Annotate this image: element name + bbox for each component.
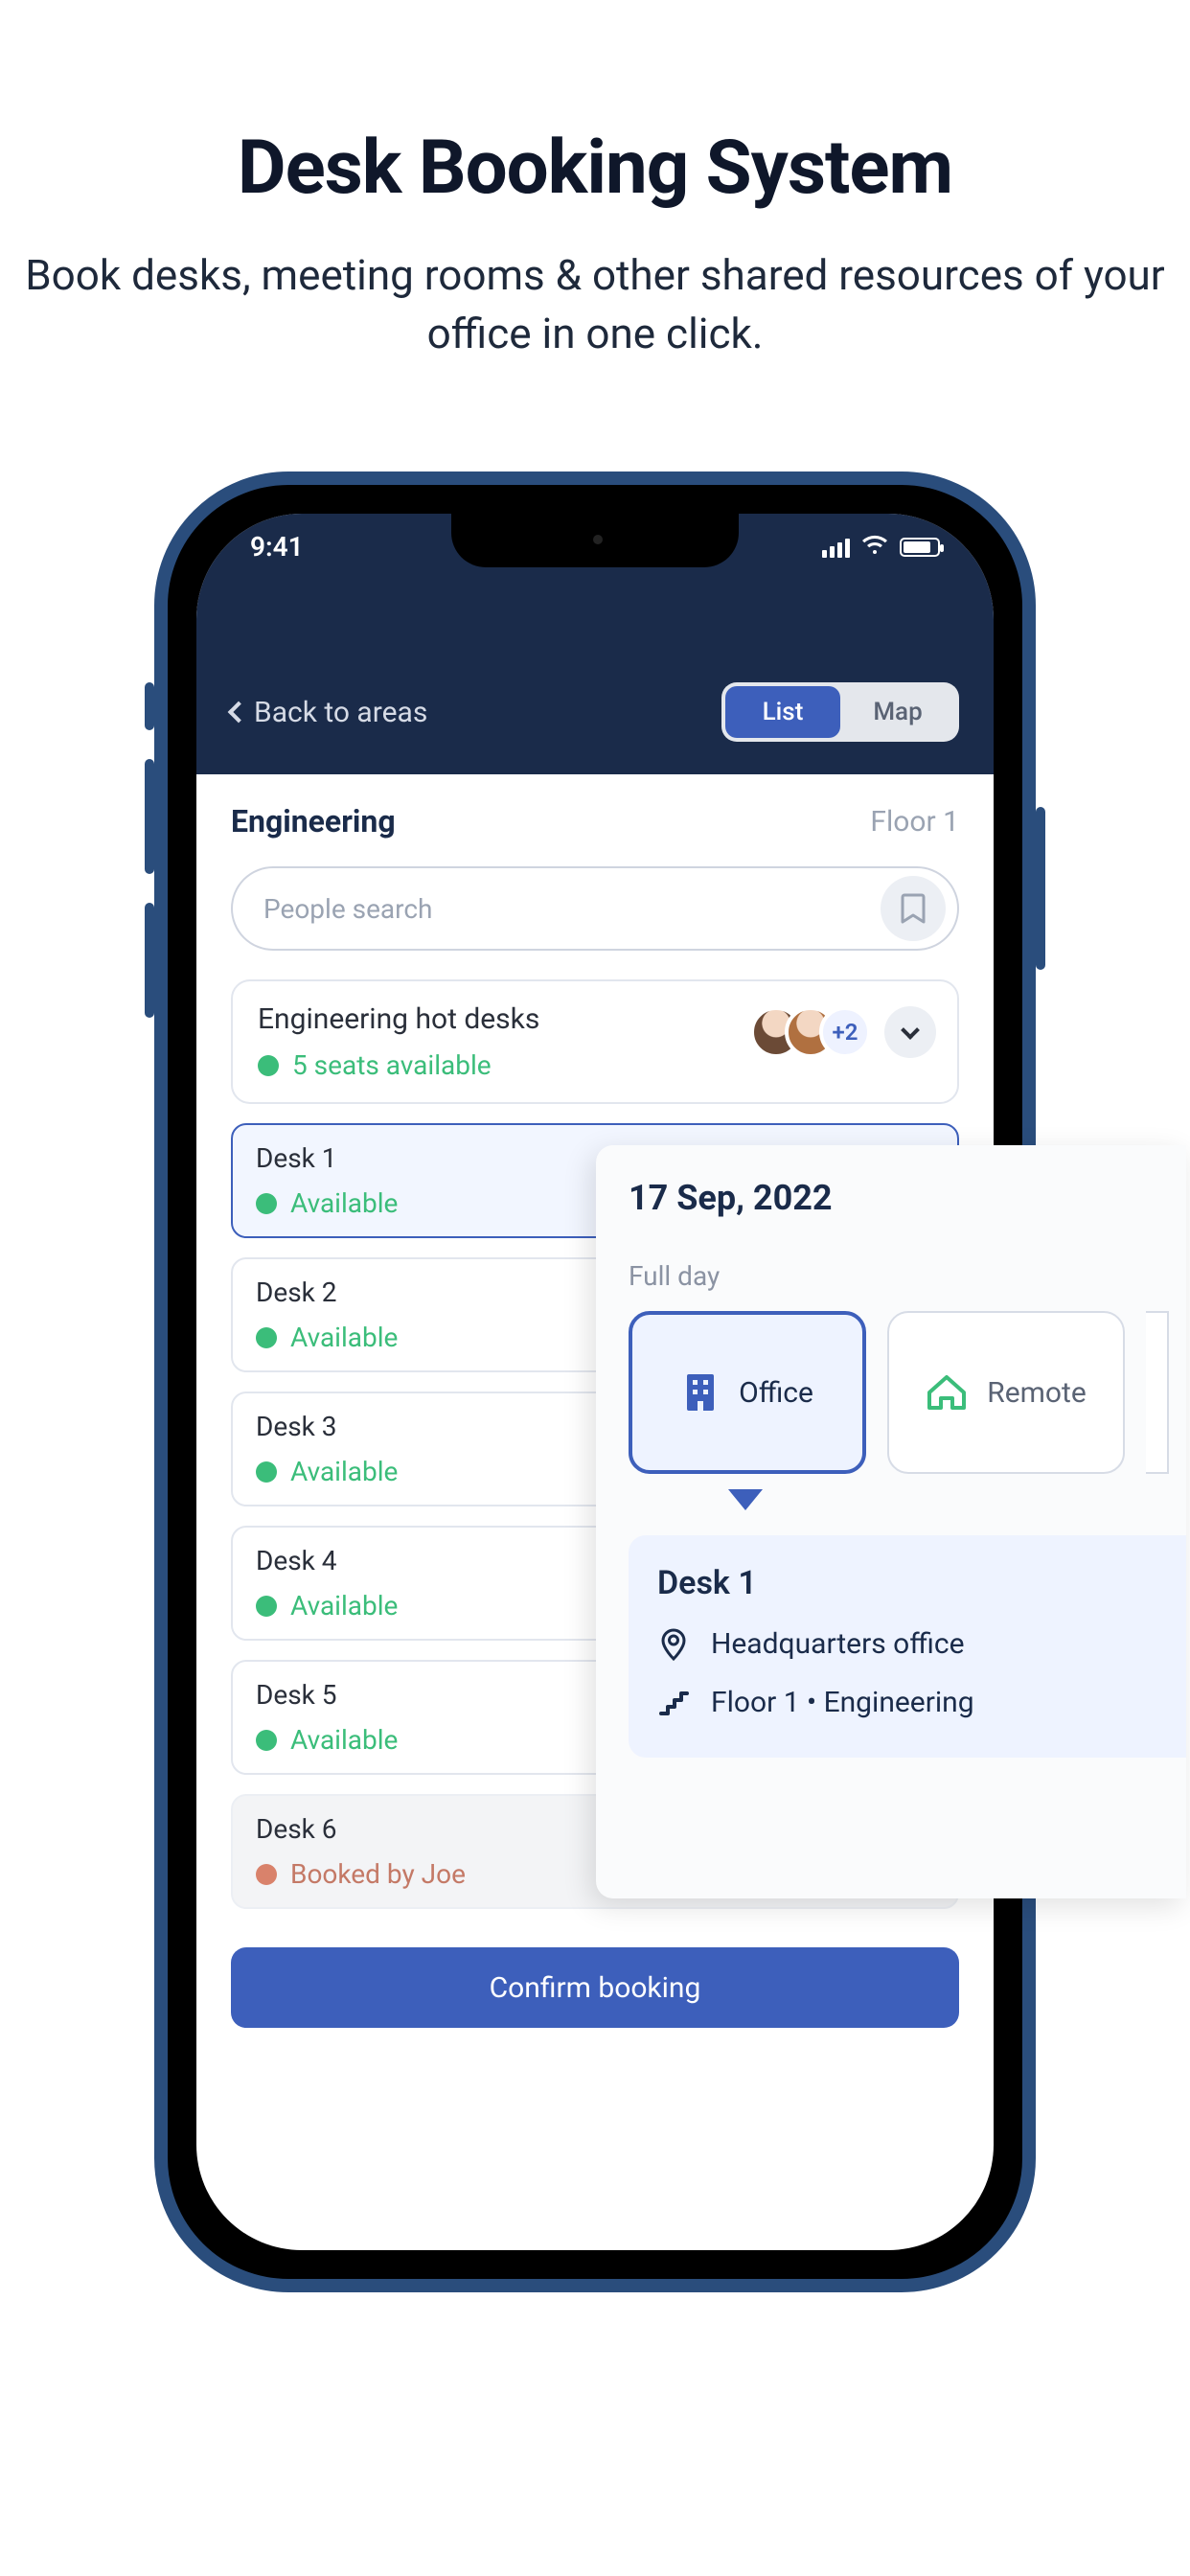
selected-desk-card: Desk 1 Headquarters office Floor 1 • Eng…	[629, 1535, 1186, 1758]
battery-icon	[900, 538, 940, 557]
phone-power-button	[1036, 807, 1045, 970]
chevron-down-icon	[901, 1021, 920, 1040]
selected-indicator-icon	[728, 1489, 763, 1510]
area-title: Engineering	[231, 803, 396, 840]
option-remote-label: Remote	[987, 1376, 1087, 1410]
pin-icon	[657, 1628, 690, 1661]
confirm-booking-button[interactable]: Confirm booking	[231, 1947, 959, 2028]
booking-popover: 17 Sep, 2022 Full day Office Remote Desk…	[596, 1145, 1186, 1898]
desk-status: Available	[290, 1322, 398, 1353]
status-dot-icon	[258, 1055, 279, 1076]
tab-list[interactable]: List	[725, 686, 840, 738]
hero-title: Desk Booking System	[0, 125, 1190, 212]
desk-status: Available	[290, 1590, 398, 1622]
selected-desk-office: Headquarters office	[711, 1627, 965, 1661]
status-dot-icon	[256, 1864, 277, 1885]
status-dot-icon	[256, 1327, 277, 1348]
floor-label: Floor 1	[870, 805, 959, 839]
back-label: Back to areas	[254, 696, 427, 729]
tab-map[interactable]: Map	[840, 686, 955, 738]
bookmark-button[interactable]	[881, 876, 946, 941]
cellular-icon	[822, 537, 850, 558]
building-icon	[681, 1370, 720, 1414]
desk-status: Booked by Joe	[290, 1858, 466, 1890]
wifi-icon	[861, 531, 888, 563]
people-search-input[interactable]: People search	[231, 866, 959, 951]
chevron-left-icon	[228, 702, 250, 724]
bookmark-icon	[901, 893, 926, 924]
popover-date: 17 Sep, 2022	[629, 1178, 1186, 1218]
popover-duration: Full day	[629, 1260, 1186, 1292]
hero-subtitle: Book desks, meeting rooms & other shared…	[0, 246, 1190, 362]
selected-desk-location: Floor 1 • Engineering	[711, 1686, 974, 1719]
avatar-overflow-badge: +2	[819, 1006, 871, 1058]
hot-desks-card[interactable]: Engineering hot desks 5 seats available …	[231, 979, 959, 1104]
option-remote[interactable]: Remote	[887, 1311, 1125, 1474]
search-placeholder: People search	[263, 893, 432, 925]
view-toggle: List Map	[721, 682, 959, 742]
selected-desk-name: Desk 1	[657, 1564, 1157, 1602]
desk-status: Available	[290, 1724, 398, 1756]
option-office[interactable]: Office	[629, 1311, 866, 1474]
phone-silence-switch	[145, 682, 154, 730]
stairs-icon	[657, 1687, 690, 1719]
phone-volume-up	[145, 759, 154, 874]
home-icon	[926, 1373, 968, 1412]
status-dot-icon	[256, 1730, 277, 1751]
status-dot-icon	[256, 1193, 277, 1214]
back-to-areas-link[interactable]: Back to areas	[231, 696, 427, 729]
option-more[interactable]	[1146, 1311, 1169, 1474]
desk-status: Available	[290, 1187, 398, 1219]
status-dot-icon	[256, 1461, 277, 1483]
expand-button[interactable]	[884, 1006, 936, 1058]
desk-status: Available	[290, 1456, 398, 1487]
option-office-label: Office	[739, 1376, 813, 1410]
phone-notch	[451, 514, 739, 567]
phone-volume-down	[145, 903, 154, 1018]
status-time: 9:41	[250, 531, 304, 563]
avatar-stack: +2	[750, 1006, 871, 1058]
hero-section: Desk Booking System Book desks, meeting …	[0, 0, 1190, 362]
status-dot-icon	[256, 1596, 277, 1617]
hot-desks-availability: 5 seats available	[292, 1049, 492, 1081]
